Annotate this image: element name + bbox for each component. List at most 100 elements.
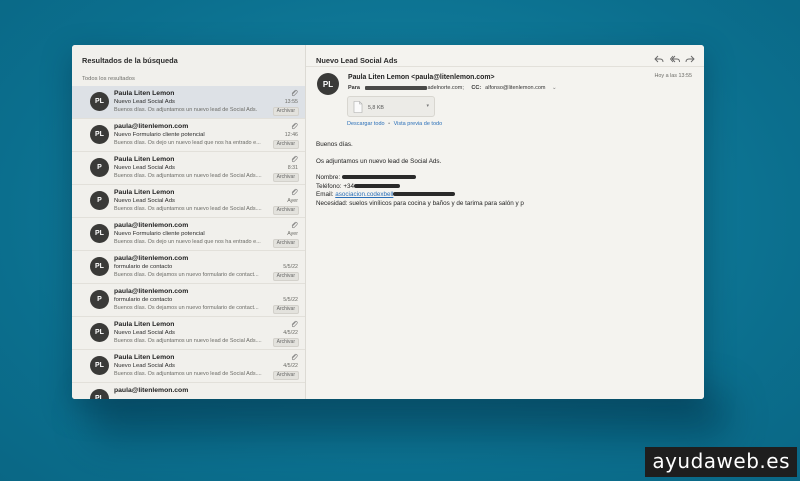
message-sender: Paula Liten Lemon: [114, 90, 175, 97]
avatar: P: [90, 191, 109, 210]
message-date: 4/5/22: [283, 330, 298, 336]
message-subject: Nuevo Formulario cliente potencial: [114, 132, 205, 138]
archive-button[interactable]: Archivar: [272, 107, 299, 116]
message-date: 13:55: [284, 99, 298, 105]
message-row[interactable]: PL paula@litenlemon.com formulario de cont…: [72, 251, 305, 284]
email-label: Email:: [316, 191, 334, 198]
message-preview: Buenos días. Os dejamos un nuevo formula…: [114, 305, 259, 311]
message-subject: Nuevo Lead Social Ads: [114, 363, 175, 369]
message-row[interactable]: PL Paula Liten Lemon Nuevo Lead Social Ads…: [72, 317, 305, 350]
message-sender: Paula Liten Lemon: [114, 189, 175, 196]
body-name-line: Nombre:: [316, 174, 616, 183]
message-row[interactable]: PL Paula Liten Lemon Nuevo Lead Social Ads…: [72, 350, 305, 383]
avatar: PL: [90, 356, 109, 375]
message-preview: Buenos días. Os adjuntamos un nuevo lead…: [114, 338, 262, 344]
archive-button[interactable]: Archivar: [272, 173, 299, 182]
chevron-down-icon[interactable]: ⌄: [552, 85, 557, 91]
message-sender: paula@litenlemon.com: [114, 255, 189, 262]
to-label: Para: [348, 85, 360, 91]
message-subject: Nuevo Lead Social Ads: [114, 165, 175, 171]
message-sender: paula@litenlemon.com: [114, 123, 189, 130]
message-preview: Buenos días. Os adjuntamos un nuevo lead…: [114, 107, 258, 113]
body-greeting: Buenos días.: [316, 141, 353, 148]
download-all-link[interactable]: Descargar todo: [347, 121, 385, 127]
cc-address[interactable]: alfonso@litenlemon.com: [485, 85, 545, 91]
message-list-pane: Resultados de la búsqueda Todos los resu…: [72, 45, 306, 399]
avatar: PL: [90, 323, 109, 342]
archive-button[interactable]: Archivar: [272, 305, 299, 314]
paperclip-icon: [291, 89, 298, 97]
sender-address[interactable]: Paula Liten Lemon <paula@litenlemon.com>: [348, 74, 494, 81]
message-preview: Buenos días. Os adjuntamos un nuevo lead…: [114, 371, 262, 377]
reply-all-icon[interactable]: [670, 54, 680, 64]
redacted-phone: [354, 183, 400, 188]
archive-button[interactable]: Archivar: [272, 272, 299, 281]
message-row[interactable]: P Paula Liten Lemon Nuevo Lead Social Ads B…: [72, 185, 305, 218]
redacted-recipient: [365, 85, 428, 90]
message-date: 8:31: [287, 165, 298, 171]
detail-header: Nuevo Lead Social Ads: [306, 45, 704, 67]
link-separator: •: [388, 121, 391, 127]
archive-button[interactable]: Archivar: [272, 338, 299, 347]
message-row[interactable]: PL paula@litenlemon.com Nuevo Formulario c…: [72, 218, 305, 251]
body-phone-line: Teléfono: +34: [316, 183, 616, 192]
message-body: Buenos días. Os adjuntamos un nuevo lead…: [316, 141, 616, 208]
email-link[interactable]: asociacion.codexbell: [335, 191, 393, 198]
archive-button[interactable]: Archivar: [272, 371, 299, 380]
recipients-line: Para adelnorte.com; CC: alfonso@litenlemo…: [348, 85, 557, 91]
paperclip-icon: [291, 155, 298, 163]
message-subject: formulario de contacto: [114, 297, 173, 303]
paperclip-icon: [291, 221, 298, 229]
redacted-email: [393, 192, 456, 197]
avatar: PL: [90, 125, 109, 144]
attachment-card[interactable]: 5,8 KB ▾: [347, 96, 435, 117]
message-date: 5/5/22: [283, 297, 298, 303]
message-subject: Nuevo Lead Social Ads: [114, 330, 175, 336]
phone-prefix: +34: [343, 182, 354, 190]
message-row[interactable]: P Paula Liten Lemon Nuevo Lead Social Ads B…: [72, 152, 305, 185]
forward-icon[interactable]: [685, 54, 695, 64]
message-subject: Nuevo Formulario cliente potencial: [114, 231, 205, 237]
preview-all-link[interactable]: Vista previa de todo: [394, 121, 443, 127]
message-preview: Buenos días. Os adjuntamos un nuevo lead…: [114, 206, 262, 212]
paperclip-icon: [291, 320, 298, 328]
avatar: P: [90, 158, 109, 177]
message-sender: paula@litenlemon.com: [114, 288, 189, 295]
message-date: Ayer: [287, 231, 298, 237]
message-preview: Buenos días. Os adjuntamos un nuevo lead…: [114, 173, 262, 179]
search-results-title: Resultados de la búsqueda: [82, 56, 178, 65]
message-row[interactable]: PL paula@litenlemon.com: [72, 383, 305, 399]
archive-button[interactable]: Archivar: [272, 239, 299, 248]
chevron-down-icon[interactable]: ▾: [426, 103, 429, 109]
message-subject: Nuevo Lead Social Ads: [114, 99, 175, 105]
need-label: Necesidad:: [316, 199, 348, 207]
to-suffix[interactable]: adelnorte.com;: [427, 85, 463, 91]
body-email-line: Email: asociacion.codexbell: [316, 191, 616, 200]
all-results-label: Todos los resultados: [82, 76, 135, 82]
message-subject: Nuevo Lead Social Ads: [114, 198, 175, 204]
cc-label: CC:: [471, 85, 482, 91]
paperclip-icon: [291, 188, 298, 196]
reply-icon[interactable]: [654, 54, 664, 64]
message-detail-pane: Nuevo Lead Social Ads PL Paula Liten Lem…: [306, 45, 704, 399]
avatar: P: [90, 290, 109, 309]
message-list: PL Paula Liten Lemon Nuevo Lead Social Ads…: [72, 86, 305, 399]
message-date: Ayer: [287, 198, 298, 204]
message-sender: Paula Liten Lemon: [114, 156, 175, 163]
archive-button[interactable]: Archivar: [272, 140, 299, 149]
message-row[interactable]: PL Paula Liten Lemon Nuevo Lead Social Ads…: [72, 86, 305, 119]
message-row[interactable]: Ppaula@litenlemon.com formulario de conta…: [72, 284, 305, 317]
attachment-size: 5,8 KB: [368, 105, 384, 111]
avatar: PL: [90, 92, 109, 111]
message-date: 5/5/22: [283, 264, 298, 270]
attachment-links: Descargar todo • Vista previa de todo: [347, 121, 442, 127]
message-row[interactable]: PL paula@litenlemon.com Nuevo Formulario c…: [72, 119, 305, 152]
message-sender: Paula Liten Lemon: [114, 354, 175, 361]
archive-button[interactable]: Archivar: [272, 206, 299, 215]
message-sender: paula@litenlemon.com: [114, 222, 189, 229]
sender-avatar: PL: [317, 73, 339, 95]
message-sender: paula@litenlemon.com: [114, 387, 189, 394]
paperclip-icon: [291, 122, 298, 130]
avatar: PL: [90, 389, 109, 399]
message-preview: Buenos días. Os dejamos un nuevo formula…: [114, 272, 259, 278]
